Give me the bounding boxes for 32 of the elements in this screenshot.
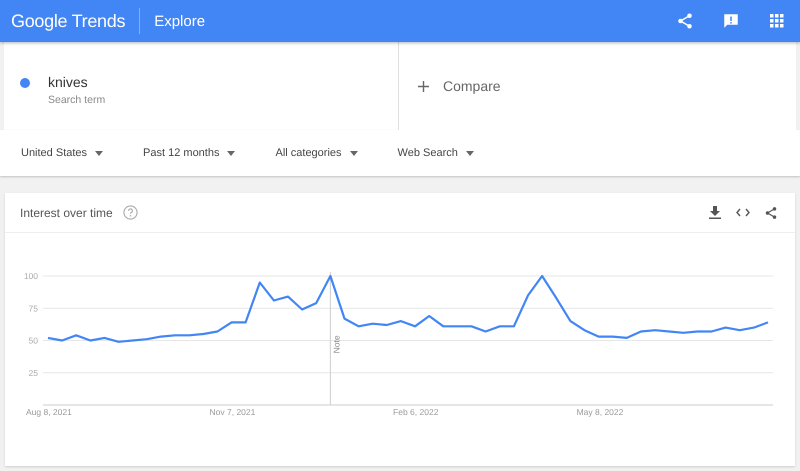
card-title: Interest over time	[20, 206, 113, 220]
filter-dropdown[interactable]: Past 12 months	[143, 147, 236, 159]
filter-dropdown[interactable]: All categories	[275, 147, 358, 159]
caret-icon	[466, 150, 474, 156]
caret-icon	[350, 150, 358, 156]
caret-icon	[95, 150, 104, 156]
code-icon	[736, 208, 750, 217]
x-tick-label: Aug 8, 2021	[26, 407, 72, 417]
x-tick-label: Nov 7, 2021	[210, 407, 256, 417]
help-icon[interactable]	[122, 205, 138, 220]
share-icon	[676, 12, 694, 30]
x-tick-label: May 8, 2022	[576, 407, 624, 417]
share-icon	[764, 206, 778, 220]
app-logo[interactable]: Google Trends	[11, 8, 140, 34]
download-icon	[709, 206, 721, 219]
y-tick-label: 75	[28, 303, 38, 314]
filter-dropdown[interactable]: Web Search	[398, 147, 474, 159]
filter-dropdown[interactable]: United States	[21, 147, 104, 159]
plus-icon	[418, 80, 429, 92]
share-chart-button[interactable]	[763, 204, 779, 220]
y-tick-label: 100	[24, 271, 38, 281]
x-tick-label: Feb 6, 2022	[393, 407, 438, 417]
download-button[interactable]	[707, 204, 723, 220]
caret-icon	[227, 150, 236, 156]
y-tick-label: 25	[28, 368, 38, 378]
page-title: Explore	[154, 12, 206, 30]
y-tick-label: 50	[28, 336, 38, 346]
apps-grid-icon	[770, 14, 784, 28]
feedback-icon	[722, 12, 740, 30]
term-sublabel: Search term	[48, 94, 106, 106]
term-name: knives	[48, 74, 89, 90]
annotation-label: Note	[331, 335, 342, 354]
